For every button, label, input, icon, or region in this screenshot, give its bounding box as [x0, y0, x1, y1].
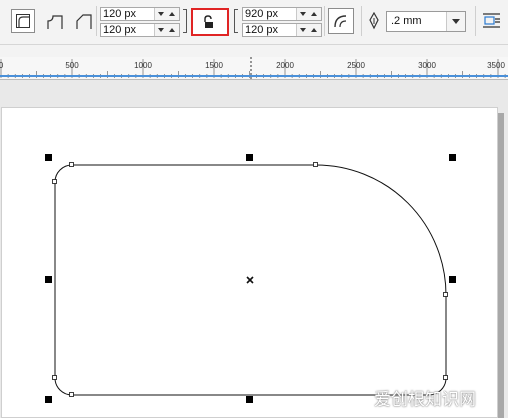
selection-handle[interactable] [45, 276, 52, 283]
corner-node[interactable] [69, 162, 74, 167]
corner-node[interactable] [52, 179, 57, 184]
corner-node[interactable] [52, 375, 57, 380]
selection-handle[interactable] [246, 396, 253, 403]
selection-handle[interactable] [246, 154, 253, 161]
selection-handle[interactable] [45, 396, 52, 403]
corner-node[interactable] [69, 392, 74, 397]
corner-node[interactable] [443, 292, 448, 297]
drawing-canvas[interactable] [0, 0, 508, 418]
selection-handle[interactable] [449, 154, 456, 161]
corner-node[interactable] [443, 375, 448, 380]
center-x-marker [246, 276, 254, 284]
selection-handle[interactable] [449, 276, 456, 283]
watermark-text: 爱创根知识网 [374, 390, 476, 409]
selection-handle[interactable] [45, 154, 52, 161]
corner-node[interactable] [313, 162, 318, 167]
